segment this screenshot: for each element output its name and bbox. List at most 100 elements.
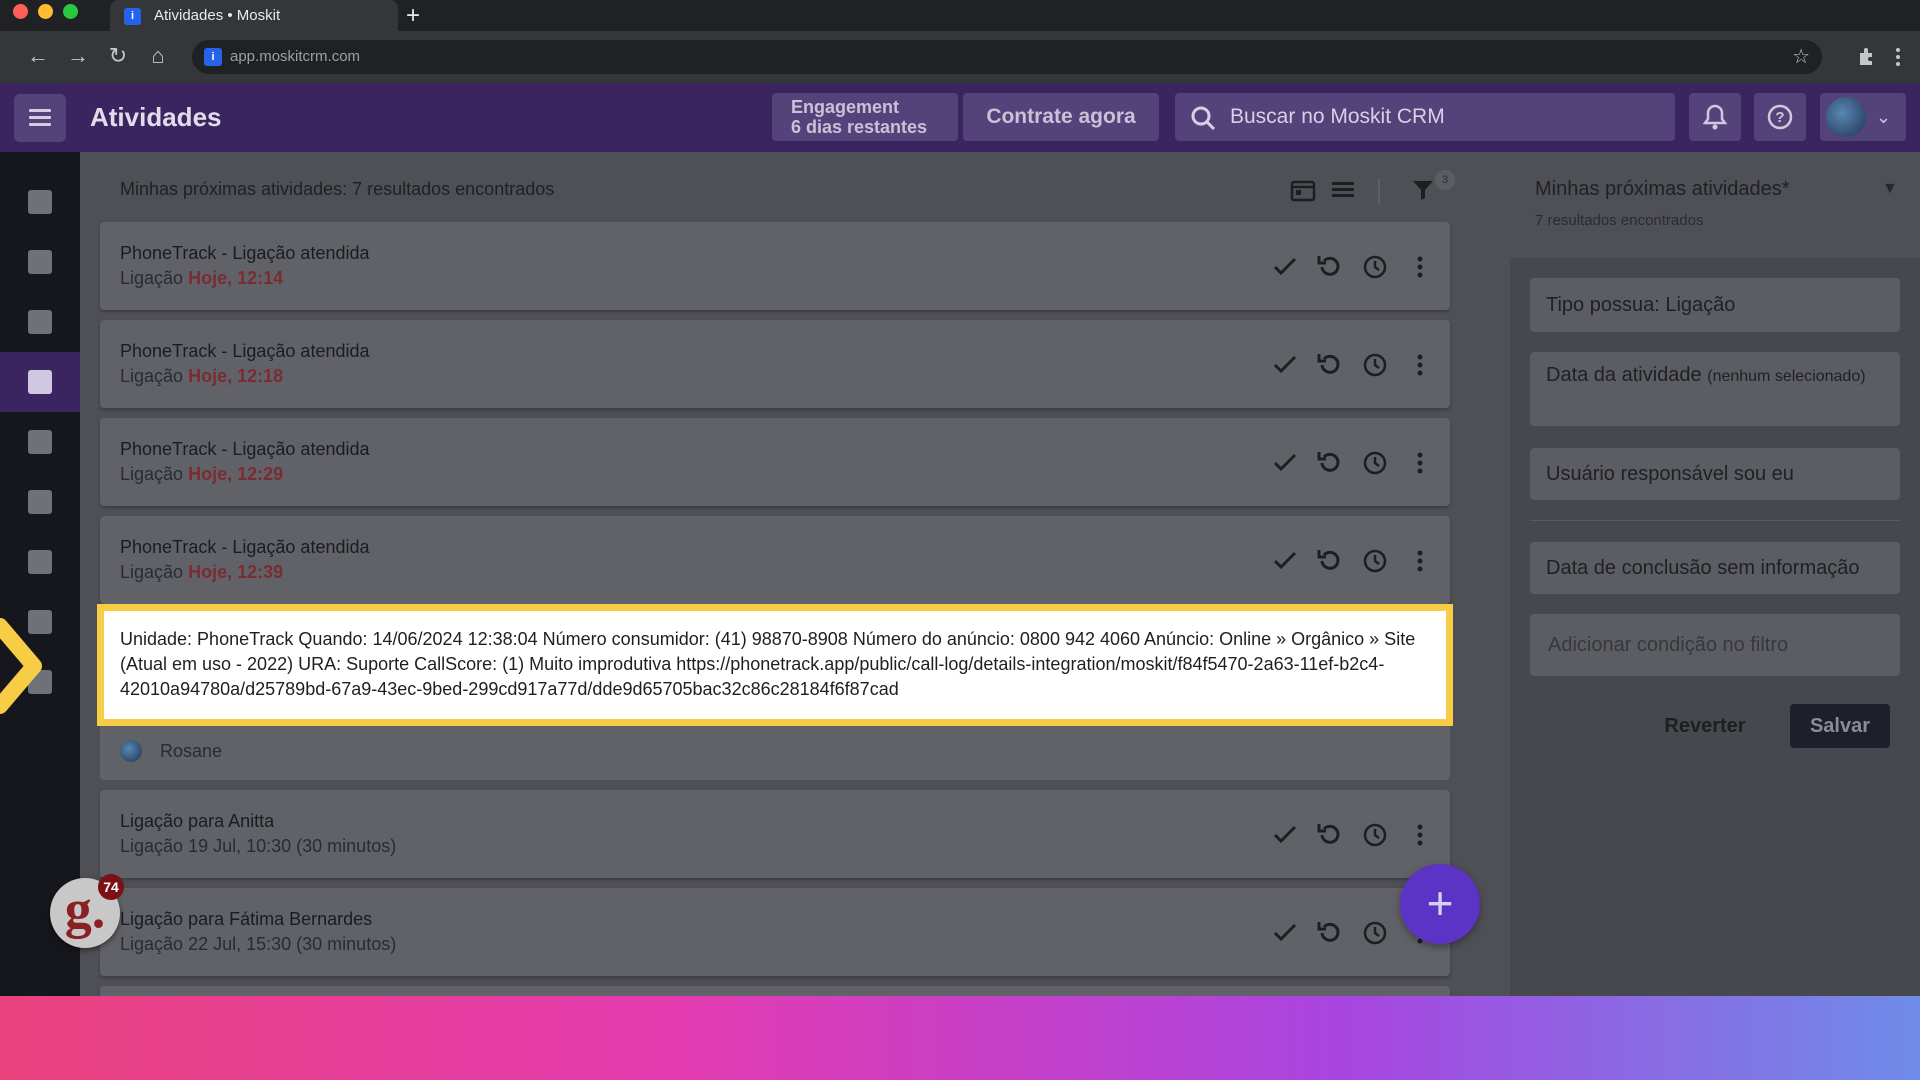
filter-condition-type[interactable]: Tipo possua: Ligação	[1530, 278, 1900, 332]
clock-icon[interactable]	[1360, 448, 1390, 478]
clock-icon[interactable]	[1360, 820, 1390, 850]
activity-type: Ligação	[120, 934, 184, 954]
menu-toggle-button[interactable]	[14, 94, 66, 142]
pointer-arrow-icon	[0, 618, 42, 714]
activity-date: Hoje, 12:14	[188, 268, 284, 288]
activity-title: Ligação para Anitta	[120, 811, 275, 831]
browser-menu-icon[interactable]	[1894, 46, 1902, 68]
activity-meta: Ligação 22 Jul, 15:30 (30 minutos)	[120, 934, 396, 955]
activity-actions	[1270, 350, 1440, 380]
check-icon[interactable]	[1270, 350, 1300, 380]
reschedule-icon[interactable]	[1315, 350, 1345, 380]
window-close-button[interactable]	[13, 4, 28, 19]
engagement-label: Engagement	[791, 97, 900, 117]
sidebar-item-contacts[interactable]	[0, 472, 80, 532]
hire-now-button[interactable]: Contrate agora	[963, 93, 1159, 141]
more-options-icon[interactable]	[1405, 448, 1435, 478]
window-minimize-button[interactable]	[38, 4, 53, 19]
window-zoom-button[interactable]	[63, 4, 78, 19]
activity-card[interactable]: PhoneTrack - Ligação atendida Ligação Ho…	[100, 222, 1450, 310]
filter-divider	[1530, 520, 1900, 521]
page-title: Atividades	[90, 102, 222, 132]
filter-icon[interactable]	[1410, 178, 1436, 202]
global-search-input[interactable]: Buscar no Moskit CRM	[1175, 93, 1675, 141]
save-button[interactable]: Salvar	[1790, 704, 1890, 748]
activity-meta: Ligação Hoje, 12:29	[120, 464, 283, 485]
filter-condition-completion[interactable]: Data de conclusão sem informação	[1530, 542, 1900, 594]
back-icon[interactable]: ←	[24, 42, 52, 70]
activity-title: PhoneTrack - Ligação atendida	[120, 537, 370, 557]
filter-date-sub: (nenhum selecionado)	[1707, 368, 1866, 385]
g-widget-button[interactable]: g. 74	[50, 874, 124, 948]
reschedule-icon[interactable]	[1315, 820, 1345, 850]
bookmark-star-icon[interactable]: ☆	[1792, 40, 1810, 74]
filter-panel-header[interactable]: Minhas próximas atividades* 7 resultados…	[1510, 152, 1920, 258]
reschedule-icon[interactable]	[1315, 448, 1345, 478]
user-menu-button[interactable]: ⌄	[1820, 93, 1906, 141]
sidebar-item-reports[interactable]	[0, 412, 80, 472]
extensions-puzzle-icon[interactable]	[1856, 46, 1878, 68]
filter-condition-owner[interactable]: Usuário responsável sou eu	[1530, 448, 1900, 500]
activity-card[interactable]: PhoneTrack - Ligação atendida Ligação Ho…	[100, 320, 1450, 408]
check-icon[interactable]	[1270, 820, 1300, 850]
clock-icon[interactable]	[1360, 350, 1390, 380]
activity-date: Hoje, 12:18	[188, 366, 284, 386]
sidebar-item-deals[interactable]	[0, 232, 80, 292]
sidebar-item-companies[interactable]	[0, 532, 80, 592]
forward-icon[interactable]: →	[64, 42, 92, 70]
url-input[interactable]: i app.moskitcrm.com ☆	[192, 40, 1822, 74]
check-icon[interactable]	[1270, 448, 1300, 478]
activity-card[interactable]: Ligação para Fátima Bernardes Ligação 22…	[100, 888, 1450, 976]
reschedule-icon[interactable]	[1315, 546, 1345, 576]
hamburger-icon	[29, 109, 51, 112]
reschedule-icon[interactable]	[1315, 252, 1345, 282]
activity-description-highlight: Unidade: PhoneTrack Quando: 14/06/2024 1…	[97, 604, 1453, 726]
sidebar-item-dashboard[interactable]	[0, 172, 80, 232]
avatar	[120, 740, 142, 762]
help-button[interactable]: ?	[1754, 93, 1806, 141]
clock-icon[interactable]	[1360, 252, 1390, 282]
engagement-days-left: 6 dias restantes	[791, 117, 928, 137]
caret-down-icon[interactable]: ▼	[1882, 180, 1898, 198]
toolbar-divider	[1378, 178, 1380, 204]
filter-condition-date[interactable]: Data da atividade (nenhum selecionado)	[1530, 352, 1900, 426]
sidebar-item-activities[interactable]	[0, 352, 80, 412]
reschedule-icon[interactable]	[1315, 918, 1345, 948]
activity-card[interactable]: PhoneTrack - Ligação atendida Ligação Ho…	[100, 418, 1450, 506]
activity-card[interactable]: Ligação para Anitta Ligação 19 Jul, 10:3…	[100, 790, 1450, 878]
check-icon[interactable]	[1270, 252, 1300, 282]
add-activity-fab[interactable]: +	[1400, 864, 1480, 944]
add-filter-condition-input[interactable]: Adicionar condição no filtro	[1530, 614, 1900, 676]
sidebar-item-chat[interactable]	[0, 292, 80, 352]
clock-icon[interactable]	[1360, 918, 1390, 948]
search-placeholder: Buscar no Moskit CRM	[1230, 105, 1445, 128]
activity-type: Ligação	[120, 836, 184, 856]
activity-meta: Ligação Hoje, 12:14	[120, 268, 283, 289]
clock-icon[interactable]	[1360, 546, 1390, 576]
activity-description: Unidade: PhoneTrack Quando: 14/06/2024 1…	[120, 629, 1416, 699]
calendar-view-icon[interactable]	[1290, 178, 1316, 202]
tab-title: Atividades • Moskit	[154, 7, 281, 24]
activity-type: Ligação	[120, 464, 184, 484]
more-options-icon[interactable]	[1405, 820, 1435, 850]
list-view-icon[interactable]	[1330, 178, 1356, 202]
notifications-button[interactable]	[1689, 93, 1741, 141]
reload-icon[interactable]: ↻	[104, 42, 132, 70]
building-icon	[28, 550, 52, 574]
activity-date: Hoje, 12:39	[188, 562, 284, 582]
engagement-trial-button[interactable]: Engagement 6 dias restantes	[772, 93, 958, 141]
home-icon[interactable]: ⌂	[144, 42, 172, 70]
more-options-icon[interactable]	[1405, 252, 1435, 282]
bell-icon	[1703, 104, 1727, 130]
contact-icon	[28, 490, 52, 514]
more-options-icon[interactable]	[1405, 546, 1435, 576]
activity-assignee[interactable]: Rosane	[120, 740, 222, 762]
check-icon[interactable]	[1270, 918, 1300, 948]
dashboard-icon	[28, 190, 52, 214]
revert-button[interactable]: Reverter	[1650, 704, 1760, 748]
more-options-icon[interactable]	[1405, 350, 1435, 380]
activity-card[interactable]: PhoneTrack - Ligação atendida Ligação Ho…	[100, 516, 1450, 604]
check-icon[interactable]	[1270, 546, 1300, 576]
browser-tab[interactable]: i Atividades • Moskit	[110, 0, 398, 31]
new-tab-button[interactable]: +	[406, 0, 420, 31]
